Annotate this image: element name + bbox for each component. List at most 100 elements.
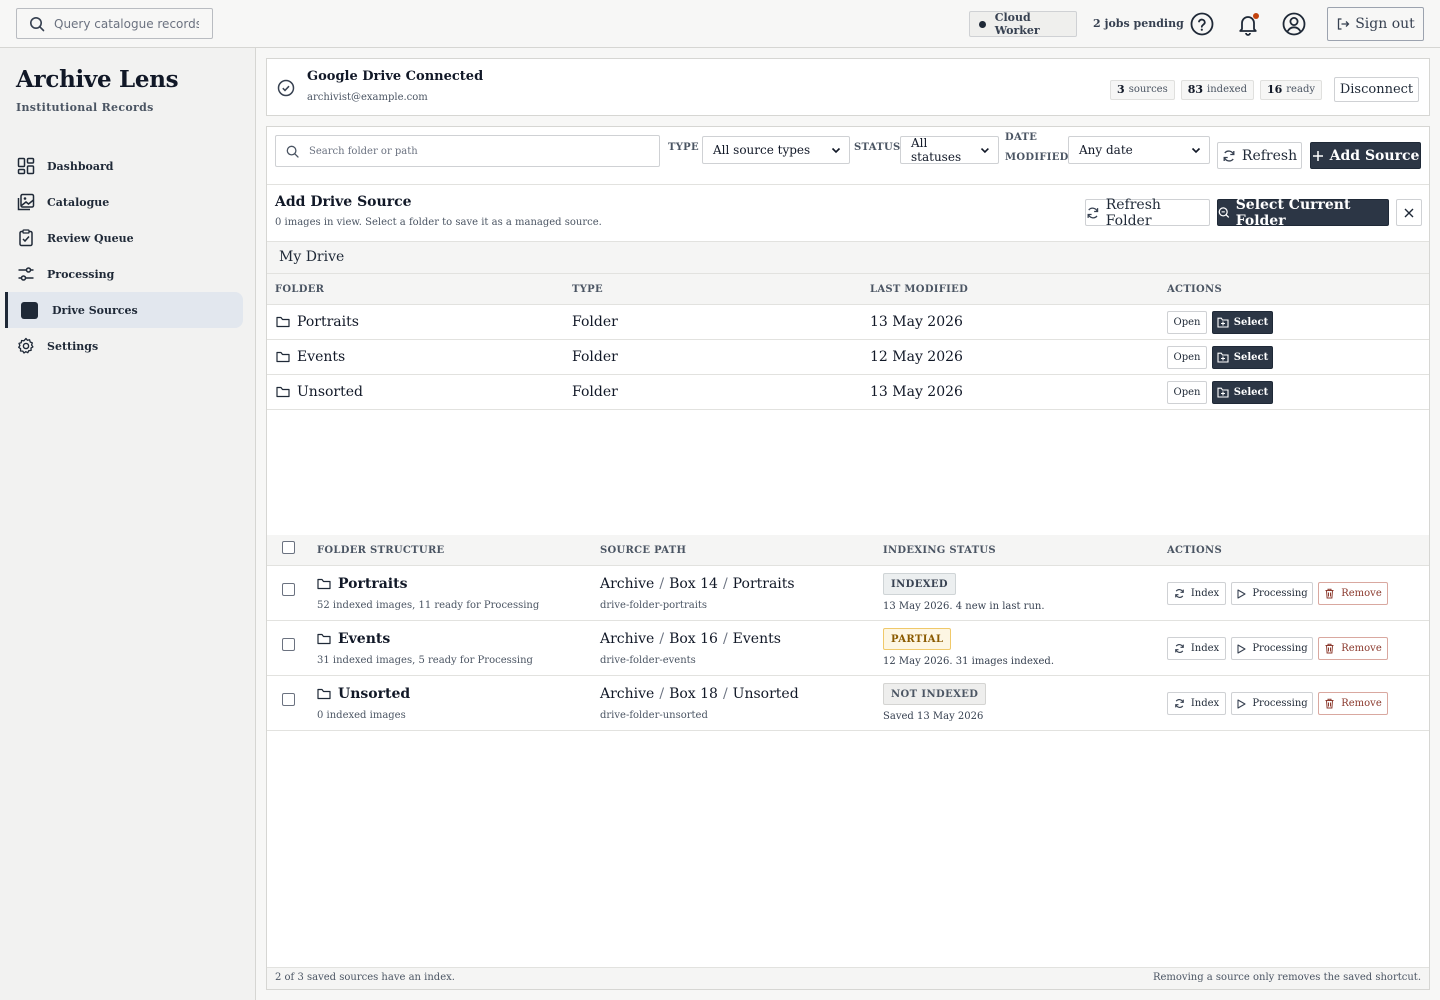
column-header-type: TYPE [572,284,603,295]
source-name-label: Unsorted [338,686,411,702]
worker-status-badge: Cloud Worker [969,11,1077,37]
select-folder-label: Select [1233,352,1269,363]
path-segment: Box 16 [669,631,718,647]
column-header-actions: ACTIONS [1167,545,1223,556]
gear-icon [18,337,34,354]
play-icon [1237,643,1246,654]
status-badge: INDEXED [883,573,956,595]
select-current-folder-button[interactable]: Select Current Folder [1217,197,1389,229]
sidebar-item-processing[interactable]: Processing [5,256,243,292]
sidebar-item-drive-sources[interactable]: Drive Sources [5,292,243,328]
help-button[interactable] [1189,11,1215,37]
open-folder-button[interactable]: Open [1167,311,1207,334]
sidebar-item-dashboard[interactable]: Dashboard [5,148,243,184]
disconnect-button[interactable]: Disconnect [1334,77,1419,102]
remove-label: Remove [1341,643,1382,654]
select-folder-label: Select [1233,387,1269,398]
add-source-button[interactable]: Add Source [1310,142,1421,169]
stat-label: indexed [1207,84,1247,95]
type-filter-select[interactable]: All source types [702,136,850,164]
folder-icon [276,351,290,363]
connection-title: Google Drive Connected [307,69,484,84]
user-circle-icon [1282,12,1306,36]
processing-button[interactable]: Processing [1231,582,1313,605]
chevron-down-icon [831,147,841,154]
path-segment: Box 14 [669,576,718,592]
open-folder-button[interactable]: Open [1167,346,1207,369]
column-header-indexing-status: INDEXING STATUS [883,545,996,556]
status-filter-select[interactable]: All statuses [900,136,999,164]
folder-name: Events [297,349,346,365]
bell-icon [1239,13,1259,36]
status-note: Saved 13 May 2026 [883,711,984,722]
folder-name-cell[interactable]: Unsorted [276,375,363,409]
worker-status-dot-icon [979,20,986,28]
folder-name-cell[interactable]: Events [276,340,345,374]
app-subtitle: Institutional Records [16,101,154,114]
folder-search[interactable] [275,135,660,167]
refresh-label: Refresh [1241,147,1298,164]
folder-name: Portraits [297,314,359,330]
path-segment: Archive [600,686,655,702]
table-row: Portraits 52 indexed images, 11 ready fo… [267,566,1429,621]
drive-breadcrumb[interactable]: My Drive [267,242,1429,274]
stat-sources: 3 sources [1110,79,1175,100]
path-separator: / [722,631,728,647]
select-folder-button[interactable]: Select [1212,346,1273,369]
folder-table-header: FOLDER TYPE LAST MODIFIED ACTIONS [267,274,1429,305]
index-button[interactable]: Index [1167,637,1226,660]
select-all-checkbox[interactable] [282,541,295,554]
processing-label: Processing [1252,643,1308,654]
logout-icon [1338,18,1350,30]
folder-search-input[interactable] [309,145,629,157]
refresh-folder-button[interactable]: Refresh Folder [1085,197,1210,229]
date-filter-select[interactable]: Any date [1068,136,1210,164]
remove-button[interactable]: Remove [1318,582,1388,605]
main-content: Google Drive Connected archivist@example… [256,48,1440,1000]
global-search-input[interactable] [54,16,199,31]
stat-label: sources [1128,84,1168,95]
remove-button[interactable]: Remove [1318,692,1388,715]
stat-value: 3 [1117,83,1125,96]
row-checkbox[interactable] [282,638,295,651]
status-note: 13 May 2026. 4 new in last run. [883,601,1045,612]
select-folder-button[interactable]: Select [1212,311,1273,334]
drive-icon [21,301,38,319]
processing-label: Processing [1252,588,1308,599]
row-checkbox[interactable] [282,693,295,706]
connection-stats: 3 sources 83 indexed 16 ready Disconnect [1110,77,1419,102]
sidebar-item-label: Review Queue [47,231,134,245]
refresh-icon [1223,149,1235,162]
select-folder-label: Select [1233,317,1269,328]
sidebar-item-review-queue[interactable]: Review Queue [5,220,243,256]
app-brand: Archive Lens [16,66,179,93]
sign-out-button[interactable]: Sign out [1327,7,1424,41]
table-row: Unsorted 0 indexed images Archive / Box 18… [267,676,1429,731]
date-filter-label-line2: MODIFIED [1005,152,1069,163]
select-folder-button[interactable]: Select [1212,381,1273,404]
index-button[interactable]: Index [1167,692,1226,715]
path-segment: Events [732,631,781,647]
account-button[interactable] [1281,11,1307,37]
refresh-icon [1087,207,1099,218]
folder-name-cell[interactable]: Portraits [276,305,359,339]
row-checkbox[interactable] [282,583,295,596]
sources-table-header: FOLDER STRUCTURE SOURCE PATH INDEXING ST… [267,535,1429,566]
processing-button[interactable]: Processing [1231,692,1313,715]
global-search[interactable] [16,8,213,39]
stat-label: ready [1286,84,1315,95]
source-meta: 0 indexed images [317,710,406,721]
add-drive-title: Add Drive Source [275,194,412,210]
folder-row: Unsorted Folder 13 May 2026 Open Select [267,375,1429,410]
folder-icon [317,688,331,700]
refresh-button[interactable]: Refresh [1217,142,1302,169]
notifications-button[interactable] [1235,11,1261,37]
close-add-source-button[interactable] [1396,199,1422,226]
remove-button[interactable]: Remove [1318,637,1388,660]
processing-button[interactable]: Processing [1231,637,1313,660]
source-id: drive-folder-portraits [600,600,708,611]
index-button[interactable]: Index [1167,582,1226,605]
sidebar-item-settings[interactable]: Settings [5,328,243,364]
sidebar-item-catalogue[interactable]: Catalogue [5,184,243,220]
open-folder-button[interactable]: Open [1167,381,1207,404]
